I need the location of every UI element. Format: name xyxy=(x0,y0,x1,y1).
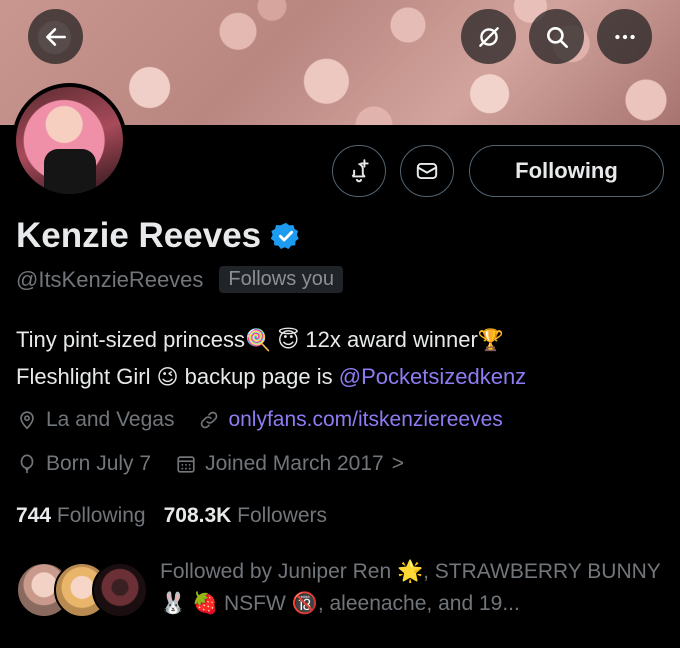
strawberry-emoji-icon: 🍓 xyxy=(192,592,219,615)
avatar-image xyxy=(16,87,123,194)
grok-button[interactable] xyxy=(461,9,516,64)
back-button[interactable] xyxy=(28,9,83,64)
display-name: Kenzie Reeves xyxy=(16,216,262,255)
no-under-18-emoji-icon: 🔞 xyxy=(291,592,318,615)
avatar[interactable] xyxy=(12,83,127,198)
website[interactable]: onlyfans.com/itskenziereeves xyxy=(198,408,503,432)
lollipop-emoji-icon: 🍭 xyxy=(245,329,272,352)
joined[interactable]: Joined March 2017 > xyxy=(175,452,404,476)
birthday: Born July 7 xyxy=(16,452,151,476)
follow-stats: 744 Following 708.3K Followers xyxy=(16,504,327,528)
followers-stat[interactable]: 708.3K Followers xyxy=(164,504,327,528)
balloon-icon xyxy=(20,454,34,474)
message-button[interactable] xyxy=(400,145,454,197)
arrow-left-icon xyxy=(45,27,66,46)
meta-row-1: La and Vegas onlyfans.com/itskenziereeve… xyxy=(16,408,503,432)
followed-by-text[interactable]: Followed by Juniper Ren 🌟, STRAWBERRY BU… xyxy=(160,556,665,620)
trophy-emoji-icon: 🏆 xyxy=(477,329,504,352)
following-stat[interactable]: 744 Following xyxy=(16,504,146,528)
meta-row-2: Born July 7 Joined March 2017 > xyxy=(16,452,404,476)
search-icon xyxy=(546,26,568,48)
following-button[interactable]: Following xyxy=(469,145,664,197)
calendar-icon xyxy=(177,456,195,473)
location: La and Vegas xyxy=(16,408,174,432)
chevron-right-icon: > xyxy=(391,452,404,475)
notifications-button[interactable] xyxy=(332,145,386,197)
handle: @ItsKenzieReeves xyxy=(16,266,204,292)
envelope-icon xyxy=(416,162,438,180)
website-link[interactable]: onlyfans.com/itskenziereeves xyxy=(228,408,502,432)
wink-emoji-icon: 😉 xyxy=(156,366,179,389)
bio-mention-link[interactable]: @Pocketsizedkenz xyxy=(339,364,526,389)
rabbit-emoji-icon: 🐰 xyxy=(160,592,187,615)
more-horizontal-icon xyxy=(614,34,635,39)
bio-line-2: Fleshlight Girl 😉 backup page is @Pocket… xyxy=(16,364,527,389)
halo-emoji-icon: 😇 xyxy=(277,329,300,352)
follows-you-badge: Follows you xyxy=(219,266,344,293)
bio: Tiny pint-sized princess🍭 😇 12x award wi… xyxy=(16,322,666,396)
verified-badge-icon[interactable] xyxy=(271,221,301,251)
slash-circle-icon xyxy=(478,26,499,47)
bio-line-1: Tiny pint-sized princess🍭 😇 12x award wi… xyxy=(16,327,504,352)
avatar xyxy=(92,562,148,618)
location-pin-icon xyxy=(20,411,34,430)
profile-name-row: Kenzie Reeves xyxy=(16,216,301,256)
bell-plus-icon xyxy=(351,159,369,183)
link-icon xyxy=(201,411,218,429)
followed-by-avatars[interactable] xyxy=(16,562,148,618)
handle-row: @ItsKenzieReeves Follows you xyxy=(16,266,344,293)
glowing-star-emoji-icon: 🌟 xyxy=(396,560,424,583)
more-button[interactable] xyxy=(597,9,652,64)
search-button[interactable] xyxy=(529,9,584,64)
